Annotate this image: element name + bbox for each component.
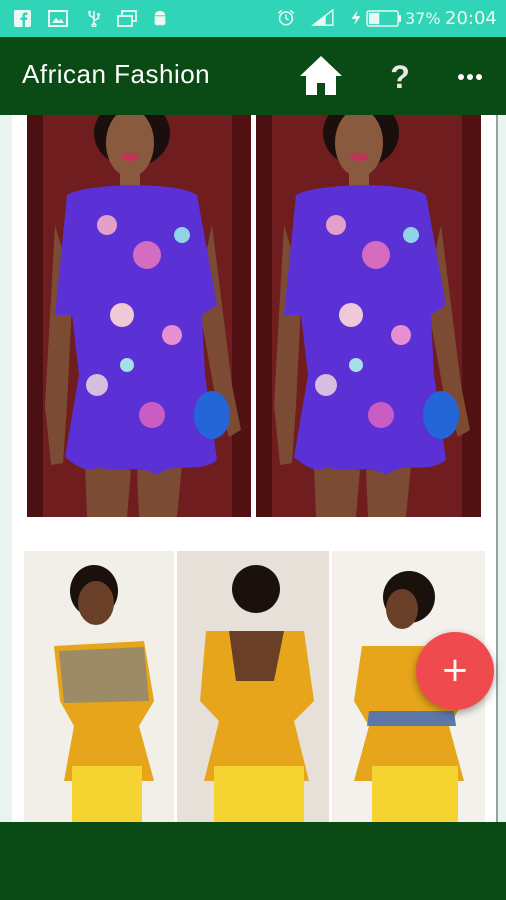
android-icon bbox=[154, 10, 166, 26]
charging-icon bbox=[351, 9, 361, 26]
battery-percent: 37% bbox=[405, 9, 441, 28]
purple-dress-photo bbox=[27, 115, 251, 517]
battery-icon bbox=[366, 10, 401, 27]
home-button[interactable] bbox=[296, 51, 346, 101]
signal-icon bbox=[311, 9, 334, 26]
content-area[interactable] bbox=[0, 115, 506, 822]
usb-icon bbox=[88, 10, 100, 27]
screenshot-notification-icon bbox=[117, 10, 137, 27]
overflow-menu-button[interactable] bbox=[452, 61, 488, 93]
gallery-image[interactable] bbox=[27, 115, 251, 517]
purple-dress-photo bbox=[256, 115, 481, 517]
status-bar: 37% 20:04 bbox=[0, 0, 506, 37]
help-icon: ? bbox=[390, 59, 410, 95]
clock: 20:04 bbox=[445, 8, 497, 29]
home-icon bbox=[300, 56, 342, 95]
app-title: African Fashion bbox=[22, 59, 211, 89]
plus-icon: + bbox=[440, 650, 470, 690]
scroll-edge bbox=[496, 115, 498, 822]
app-bar: African Fashion ? bbox=[0, 37, 506, 115]
bottom-banner bbox=[0, 822, 506, 900]
help-button[interactable]: ? bbox=[382, 55, 418, 99]
facebook-notification-icon bbox=[14, 10, 31, 27]
add-fab-button[interactable]: + bbox=[416, 632, 494, 710]
more-vert-icon bbox=[458, 74, 482, 80]
image-gallery[interactable] bbox=[12, 115, 496, 822]
alarm-icon bbox=[277, 9, 295, 26]
gallery-image[interactable] bbox=[256, 115, 481, 517]
image-notification-icon bbox=[48, 10, 68, 27]
